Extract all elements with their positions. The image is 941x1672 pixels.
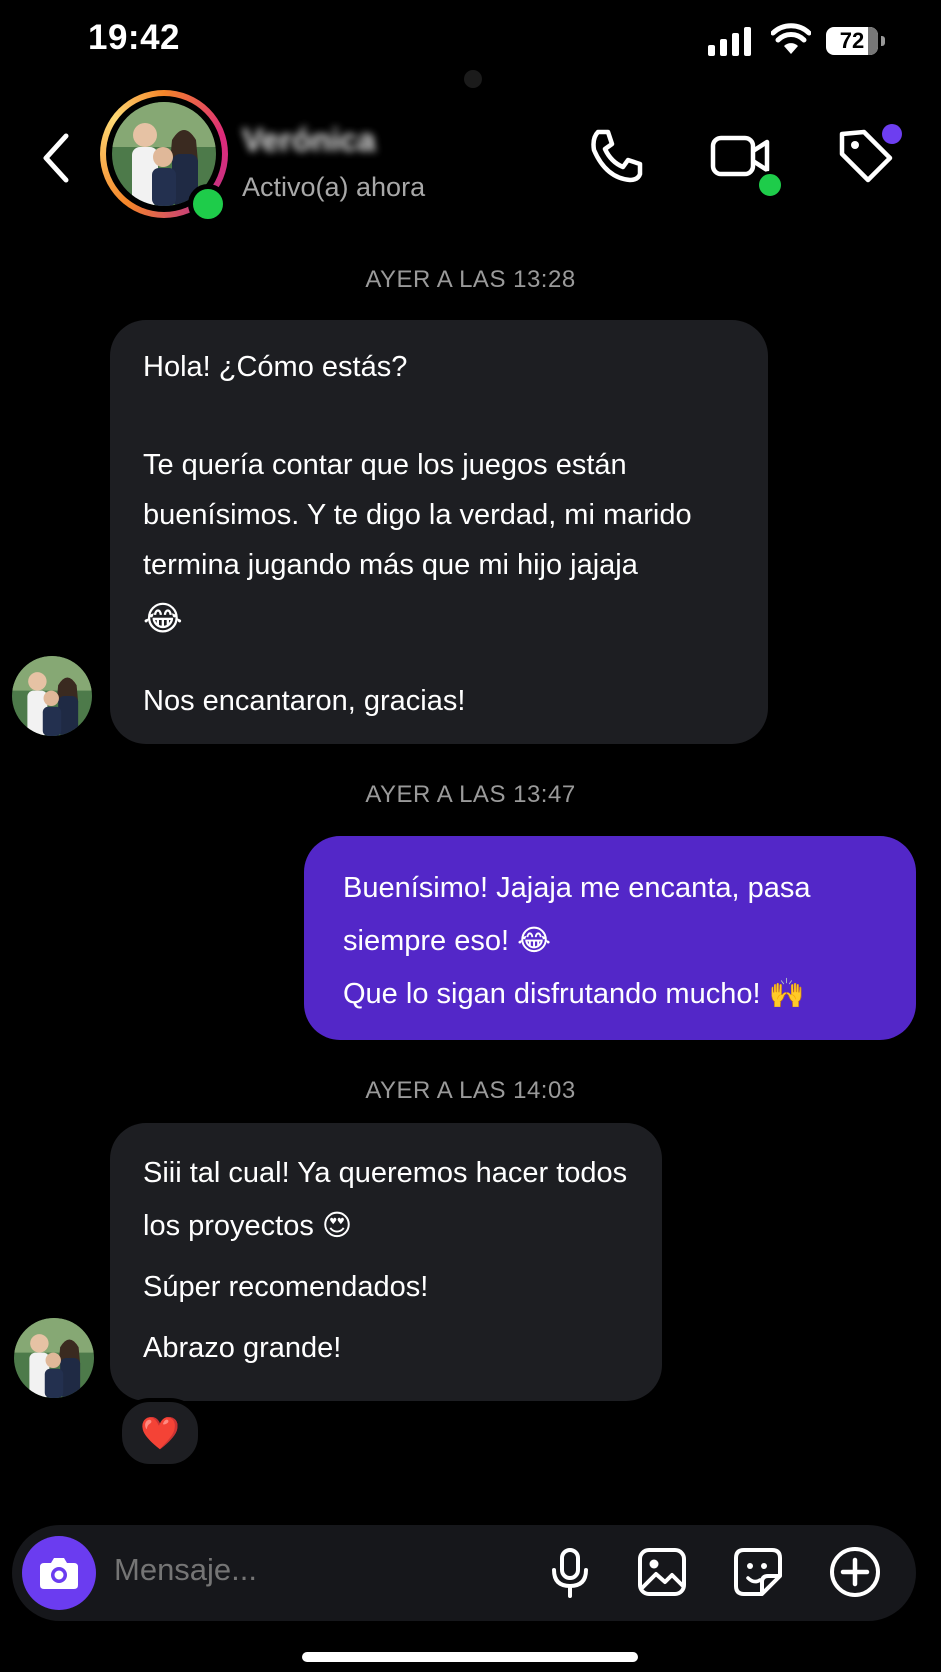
message-timestamp: AYER A LAS 13:47: [365, 781, 576, 808]
wifi-icon: [771, 23, 811, 54]
gallery-icon[interactable]: [634, 1544, 690, 1600]
contact-activity-status: Activo(a) ahora: [242, 172, 426, 202]
message-text: Súper recomendados!: [143, 1271, 429, 1303]
laughing-emoji: 😂: [143, 600, 183, 638]
battery-level: 72: [839, 28, 865, 53]
message-text: Que lo sigan disfrutando mucho! 🙌: [343, 978, 805, 1010]
cellular-signal-icon: [708, 26, 751, 56]
phone-icon[interactable]: [584, 124, 648, 188]
battery-indicator: 72: [826, 27, 885, 55]
message-timestamp: AYER A LAS 13:28: [365, 266, 576, 293]
sticker-icon[interactable]: [730, 1544, 786, 1600]
message-text: Abrazo grande!: [143, 1332, 342, 1364]
add-icon[interactable]: [827, 1544, 883, 1600]
online-status-dot: [188, 184, 228, 224]
status-time: 19:42: [88, 18, 181, 57]
contact-name[interactable]: Verónica: [242, 122, 375, 159]
video-online-dot: [756, 171, 784, 199]
message-timestamp: AYER A LAS 14:03: [365, 1077, 576, 1104]
camera-icon: [40, 1558, 78, 1589]
notification-dot: [882, 124, 902, 144]
microphone-icon[interactable]: [542, 1544, 598, 1600]
sent-message-bubble[interactable]: Buenísimo! Jajaja me encanta, pasa siemp…: [304, 836, 916, 1040]
sender-avatar[interactable]: [14, 1318, 94, 1398]
message-text: Te quería contar que los juegos están bu…: [143, 449, 692, 581]
message-input[interactable]: [114, 1552, 494, 1588]
sender-avatar[interactable]: [12, 656, 92, 736]
camera-button[interactable]: [22, 1536, 96, 1610]
front-camera: [464, 70, 482, 88]
message-text: Siii tal cual! Ya queremos hacer todos l…: [143, 1157, 628, 1242]
heart-reaction[interactable]: ❤️: [118, 1398, 202, 1468]
home-indicator[interactable]: [302, 1652, 638, 1662]
received-message-bubble[interactable]: Hola! ¿Cómo estás? Te quería contar que …: [110, 320, 768, 744]
message-text: Hola! ¿Cómo estás?: [143, 351, 408, 383]
message-text: Buenísimo! Jajaja me encanta, pasa siemp…: [343, 872, 811, 957]
received-message-bubble[interactable]: Siii tal cual! Ya queremos hacer todos l…: [110, 1123, 662, 1401]
back-chevron-icon[interactable]: [36, 128, 76, 188]
message-text: Nos encantaron, gracias!: [143, 685, 466, 717]
